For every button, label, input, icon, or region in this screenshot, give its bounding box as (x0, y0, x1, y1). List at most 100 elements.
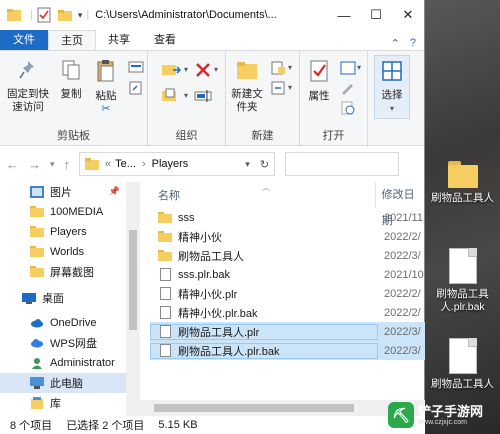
sidebar-item-pictures[interactable]: 图片 📌 (0, 182, 126, 202)
path-segment[interactable]: Te... (115, 158, 136, 170)
sidebar-item-desktop[interactable]: 桌面 (0, 288, 126, 308)
file-name: sss.plr.bak (178, 268, 230, 281)
edit-icon[interactable] (340, 81, 356, 95)
folder-icon (30, 206, 44, 218)
sidebar-item-onedrive[interactable]: OneDrive (0, 313, 126, 333)
sidebar-item-players[interactable]: Players (0, 222, 126, 242)
copy-to-icon[interactable] (160, 87, 182, 105)
watermark: ⛏ 铲子手游网 www.czjxjc.com (388, 396, 500, 434)
organize-group-label: 组织 (175, 130, 198, 142)
sidebar-item-100media[interactable]: 100MEDIA (0, 202, 126, 222)
address-bar-row: ← → ▾ ↑ « Te... › Players ▾ ↻ (0, 146, 424, 182)
clipboard-group-label: 剪贴板 (57, 130, 90, 142)
open-icon[interactable] (340, 61, 356, 75)
refresh-icon[interactable]: ↻ (260, 158, 269, 171)
desktop-folder-icon[interactable]: 刷物品工具人 (425, 158, 500, 205)
table-row-selected[interactable]: 刷物品工具人.plr.bak 2022/3/ (150, 341, 425, 360)
address-dropdown-icon[interactable]: ▾ (245, 159, 250, 170)
forward-icon[interactable]: → (28, 157, 41, 172)
scrollbar-thumb[interactable] (129, 230, 137, 330)
sidebar-item-screenshots[interactable]: 屏幕截图 (0, 262, 126, 282)
scrollbar-thumb[interactable] (154, 404, 354, 412)
sidebar-item-label: 屏幕截图 (50, 267, 94, 279)
table-row[interactable]: 刷物品工具人 2022/3/ (150, 246, 425, 265)
properties-icon[interactable] (36, 7, 52, 23)
tab-home[interactable]: 主页 (48, 30, 96, 50)
open-group: 属性 ▾ 打开 (300, 51, 368, 147)
file-icon (160, 268, 171, 281)
table-row-selected[interactable]: 刷物品工具人.plr 2022/3/ (150, 322, 425, 341)
pin-label: 固定到快速访问 (7, 88, 49, 113)
ribbon-tabs: 文件 主页 共享 查看 ⌃ ? (0, 30, 424, 50)
sidebar-item-worlds[interactable]: Worlds (0, 242, 126, 262)
table-row[interactable]: 精神小伙.plr.bak 2022/2/ (150, 303, 425, 322)
move-to-icon[interactable] (160, 61, 182, 79)
address-bar[interactable]: « Te... › Players ▾ ↻ (79, 152, 276, 176)
copy-button[interactable]: 复制 (56, 59, 86, 101)
clipboard-group: 固定到快速访问 复制 粘贴 ✂ 剪贴板 (0, 51, 148, 147)
path-overflow[interactable]: « (105, 158, 111, 170)
properties-button[interactable]: 属性 (304, 59, 334, 103)
sidebar-item-this-pc[interactable]: 此电脑 (0, 373, 126, 393)
up-icon[interactable]: ↑ (64, 157, 71, 172)
horizontal-scrollbar[interactable] (140, 400, 425, 416)
new-item-icon[interactable] (270, 61, 286, 75)
new-folder-icon[interactable] (57, 7, 73, 23)
table-row[interactable]: 精神小伙.plr 2022/2/ (150, 284, 425, 303)
item-count: 8 个项目 (10, 420, 53, 432)
new-group-label: 新建 (251, 130, 274, 142)
tab-view[interactable]: 查看 (142, 30, 188, 50)
easy-access-icon[interactable] (270, 81, 286, 95)
copy-icon (62, 60, 80, 80)
column-date[interactable]: 修改日期 (374, 182, 425, 227)
file-date: 2022/3/ (384, 325, 421, 338)
minimize-button[interactable]: — (328, 0, 360, 30)
folder-icon (158, 231, 172, 242)
sidebar-item-wps[interactable]: WPS网盘 (0, 333, 126, 353)
close-button[interactable]: ✕ (392, 0, 424, 30)
rename-icon[interactable] (194, 87, 212, 105)
file-date: 2021/10 (384, 268, 424, 281)
sidebar-scrollbar[interactable] (126, 182, 140, 416)
folder-icon (85, 158, 100, 170)
selected-count: 已选择 2 个项目 (66, 420, 145, 432)
paste-shortcut-icon[interactable] (128, 81, 144, 95)
history-icon[interactable] (340, 101, 356, 115)
sidebar-item-administrator[interactable]: Administrator (0, 353, 126, 373)
paste-button[interactable]: 粘贴 ✂ (90, 59, 122, 116)
collapse-ribbon-icon[interactable]: ⌃ (391, 37, 400, 50)
cut-icon[interactable]: ✂ (90, 103, 122, 116)
file-list: ︿ 名称 修改日期 sss 2021/11 精神小伙 2022/2/ 刷物品工具… (150, 182, 425, 416)
tab-share[interactable]: 共享 (96, 30, 142, 50)
folder-icon (447, 158, 478, 188)
new-folder-button[interactable]: 新建文件夹 (228, 59, 266, 114)
shovel-logo-icon: ⛏ (388, 402, 414, 428)
user-icon (32, 358, 42, 369)
explorer-window: | ▾ | C:\Users\Administrator\Documents\.… (0, 0, 425, 434)
help-icon[interactable]: ? (410, 37, 416, 50)
path-segment[interactable]: Players (152, 158, 189, 170)
watermark-title: 铲子手游网 (418, 403, 484, 419)
copy-path-icon[interactable] (128, 61, 144, 75)
status-bar: 8 个项目 已选择 2 个项目 5.15 KB (0, 416, 425, 434)
quick-access-dropdown-icon[interactable]: ▾ (78, 10, 83, 21)
maximize-button[interactable]: ☐ (360, 0, 392, 30)
tab-file[interactable]: 文件 (0, 30, 48, 50)
back-icon[interactable]: ← (6, 157, 19, 172)
file-icon (160, 344, 171, 357)
pin-icon: 📌 (108, 186, 120, 196)
delete-icon[interactable] (194, 61, 212, 79)
navigation-pane: 图片 📌 100MEDIA Players Worlds 屏幕截图 桌面 One… (0, 182, 126, 416)
desktop-background: 刷物品工具人 刷物品工具人.plr.bak 刷物品工具人 (425, 0, 500, 434)
recent-locations-icon[interactable]: ▾ (50, 159, 55, 170)
sidebar-item-library[interactable]: 库 (0, 393, 126, 413)
title-bar: | ▾ | C:\Users\Administrator\Documents\.… (0, 0, 424, 30)
desktop-file-icon[interactable]: 刷物品工具人 (425, 338, 500, 391)
pin-button[interactable]: 固定到快速访问 (6, 59, 50, 114)
table-row[interactable]: sss.plr.bak 2021/10 (150, 265, 425, 284)
search-input[interactable] (285, 152, 400, 176)
new-group: 新建文件夹 ▾ ▾ 新建 (226, 51, 300, 147)
select-button[interactable]: 选择 ▾ (374, 55, 410, 119)
cloud-icon (31, 339, 43, 348)
desktop-file-icon[interactable]: 刷物品工具人.plr.bak (425, 248, 500, 314)
